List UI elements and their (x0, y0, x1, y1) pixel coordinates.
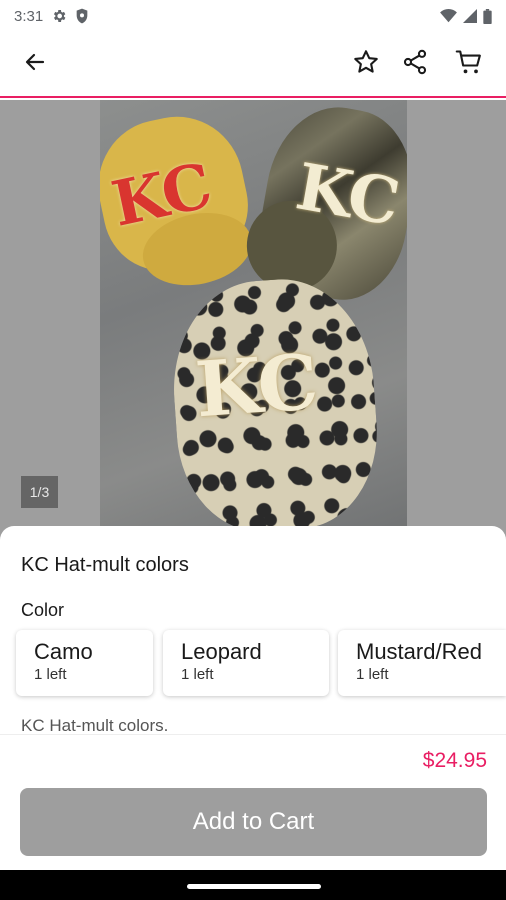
gear-icon (51, 8, 67, 24)
product-description: KC Hat-mult colors. (21, 716, 169, 735)
system-nav-bar (0, 870, 506, 900)
add-to-cart-button[interactable]: Add to Cart (20, 788, 487, 856)
camo-hat: KC (239, 100, 407, 310)
price: $24.95 (422, 749, 487, 772)
color-label: Color (21, 600, 65, 620)
star-outline-icon (352, 48, 380, 81)
wifi-icon (440, 9, 457, 23)
leopard-hat: KC (166, 273, 384, 537)
option-stock: 1 left (356, 666, 389, 683)
arrow-back-icon (23, 50, 47, 79)
color-option-camo[interactable]: Camo 1 left (16, 630, 153, 696)
image-counter: 1/3 (21, 476, 58, 508)
product-image[interactable]: KC KC KC (100, 100, 407, 540)
option-name: Leopard (181, 639, 262, 664)
status-time: 3:31 (14, 7, 44, 25)
color-option-mustard-red[interactable]: Mustard/Red 1 left (338, 630, 506, 696)
hat-logo-text: KC (192, 337, 320, 435)
signal-icon (463, 9, 477, 23)
option-name: Camo (34, 639, 93, 664)
purchase-footer: $24.95 Add to Cart (0, 734, 506, 870)
color-options: Camo 1 left Leopard 1 left Mustard/Red 1… (16, 630, 506, 696)
cart-icon (455, 48, 483, 81)
option-stock: 1 left (181, 666, 214, 683)
share-icon (401, 48, 429, 81)
shield-icon (75, 8, 89, 24)
color-option-leopard[interactable]: Leopard 1 left (163, 630, 329, 696)
option-name: Mustard/Red (356, 639, 482, 664)
product-gallery[interactable]: KC KC KC 1/3 (0, 100, 506, 540)
mustard-hat: KC (100, 104, 260, 295)
favorite-button[interactable] (348, 46, 384, 82)
cart-button[interactable] (451, 46, 487, 82)
share-button[interactable] (397, 46, 433, 82)
status-bar: 3:31 (0, 0, 506, 32)
product-details-sheet: KC Hat-mult colors Color Camo 1 left Leo… (0, 526, 506, 735)
battery-icon (483, 8, 492, 24)
status-right (440, 8, 492, 24)
status-left: 3:31 (14, 8, 89, 25)
product-title: KC Hat-mult colors (21, 554, 189, 576)
back-button[interactable] (17, 46, 53, 82)
option-stock: 1 left (34, 666, 67, 683)
app-bar (0, 32, 506, 98)
home-gesture-handle[interactable] (187, 884, 321, 889)
